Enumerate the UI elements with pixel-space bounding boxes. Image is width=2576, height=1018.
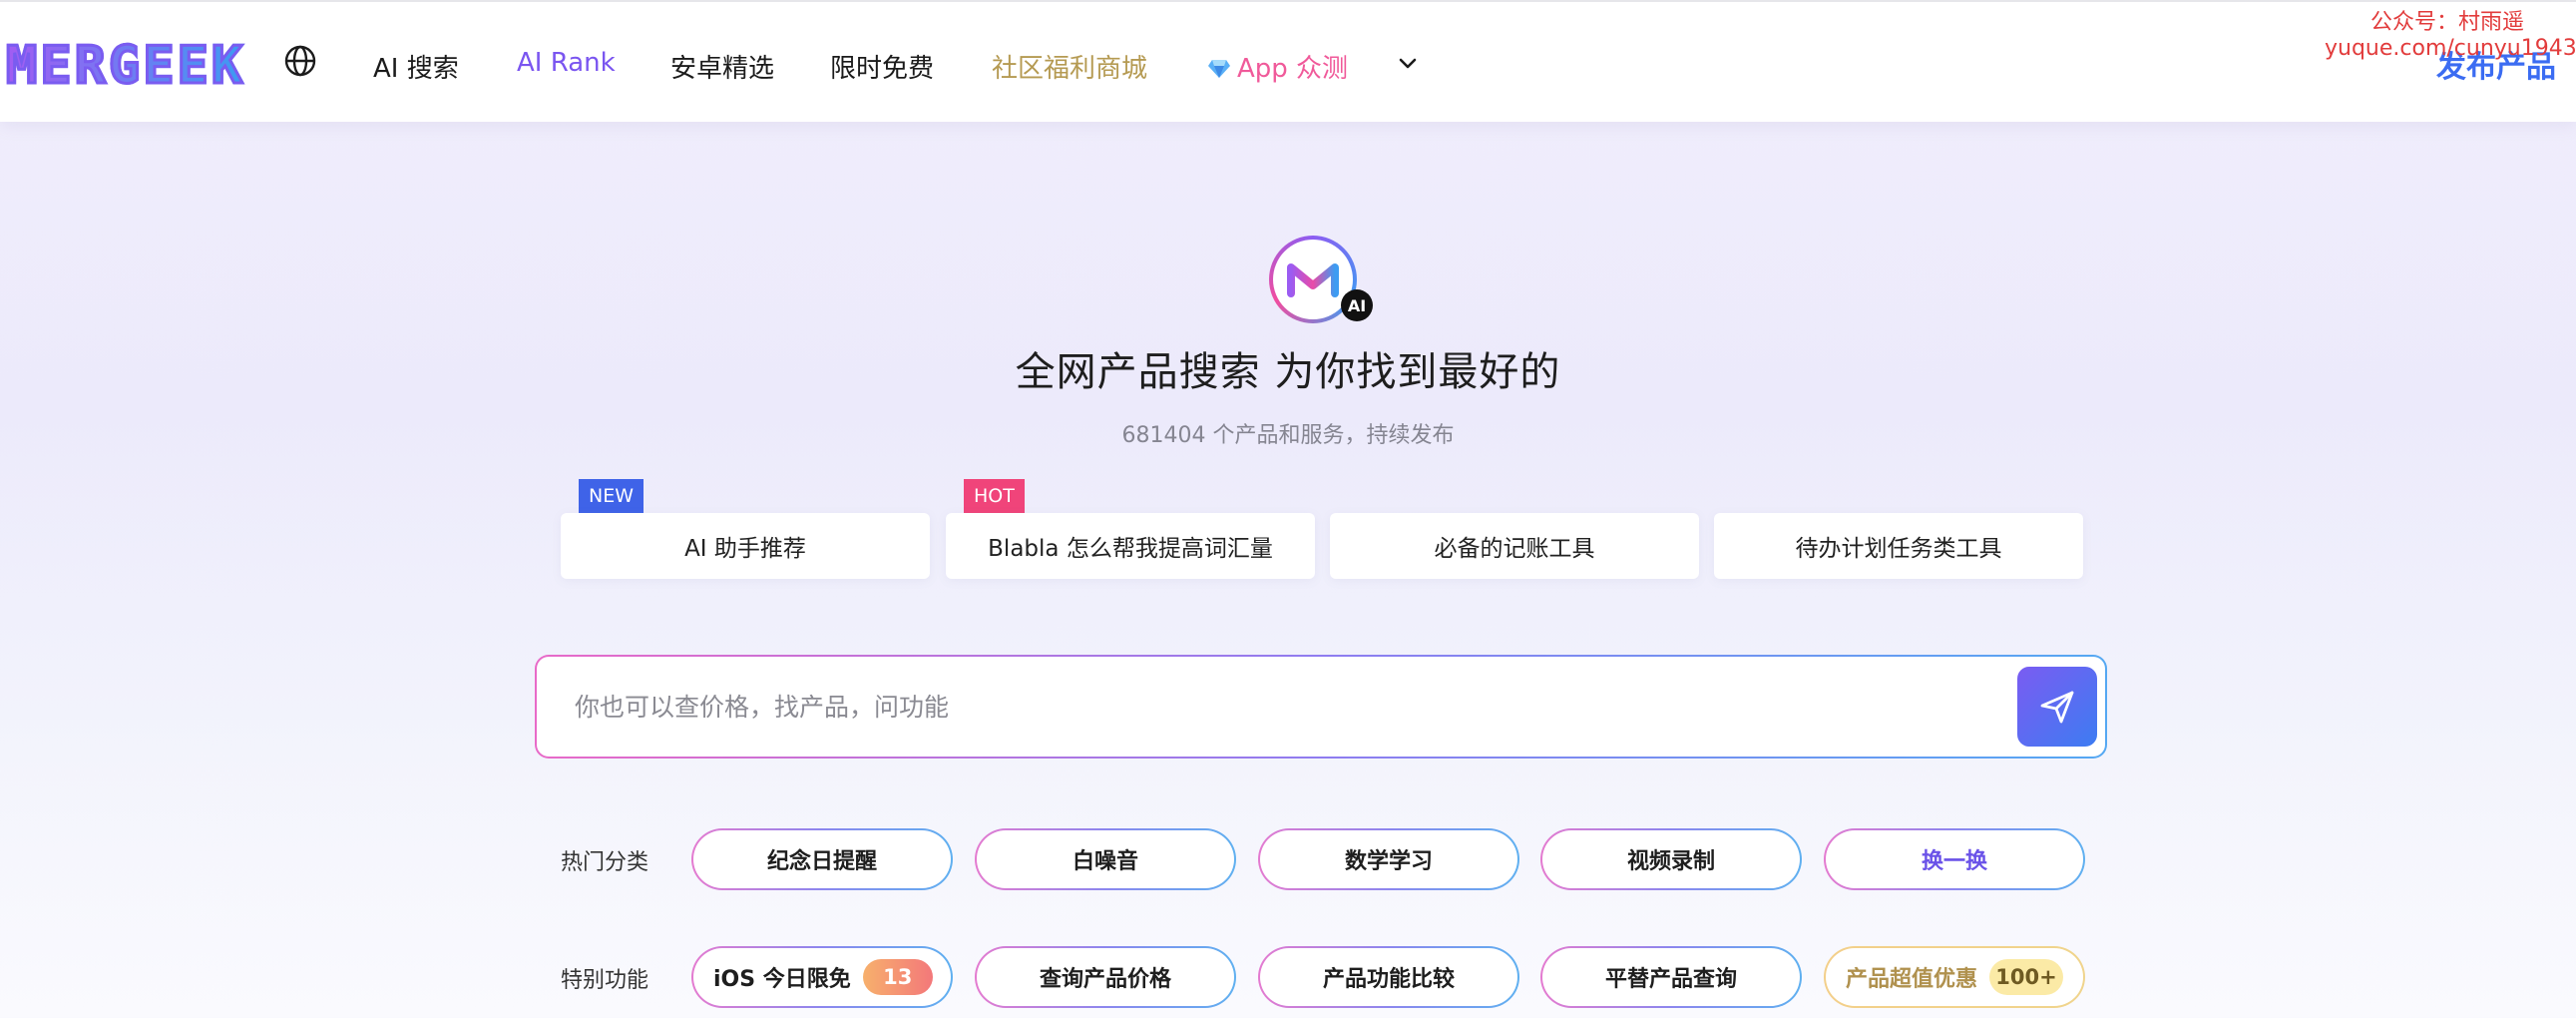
feature-chip-label: 产品功能比较 xyxy=(1260,948,1517,1006)
category-chip[interactable]: 数学学习 xyxy=(1258,828,1519,890)
deals-chip[interactable]: 产品超值优惠 100+ xyxy=(1824,946,2085,1008)
category-chip[interactable]: 视频录制 xyxy=(1540,828,1802,890)
ios-free-count-badge: 13 xyxy=(862,959,933,995)
ios-free-today-label: iOS 今日限免 xyxy=(713,967,851,992)
feature-chip-label: 查询产品价格 xyxy=(977,948,1234,1006)
hero-subtitle: 681404 个产品和服务，持续发布 xyxy=(1121,423,1455,448)
ios-free-today-chip[interactable]: iOS 今日限免 13 xyxy=(691,946,953,1008)
category-chip-label: 数学学习 xyxy=(1260,830,1517,888)
deals-count-badge: 100+ xyxy=(1989,959,2064,995)
nav-app-testing-label: App 众测 xyxy=(1237,54,1349,84)
send-icon xyxy=(2040,691,2074,724)
special-features-label: 特别功能 xyxy=(561,968,649,993)
suggestion-card-label: AI 助手推荐 xyxy=(684,536,806,562)
swap-button-label: 换一换 xyxy=(1826,830,2083,888)
mergeek-logo[interactable]: MERGEEK xyxy=(4,35,245,98)
hot-categories-label: 热门分类 xyxy=(561,850,649,875)
diamond-icon xyxy=(1208,60,1230,78)
category-chip-label: 白噪音 xyxy=(977,830,1234,888)
category-chip[interactable]: 白噪音 xyxy=(975,828,1236,890)
top-navigation-bar: MERGEEK AI 搜索 AI Rank 安卓精选 限时免费 社区福利商城 A… xyxy=(0,0,2576,122)
hero-title: 全网产品搜索 为你找到最好的 xyxy=(1015,349,1561,395)
suggestion-card-label: 待办计划任务类工具 xyxy=(1795,536,2002,562)
category-chip-label: 纪念日提醒 xyxy=(693,830,951,888)
feature-chip-label: 平替产品查询 xyxy=(1542,948,1800,1006)
nav-community-mall[interactable]: 社区福利商城 xyxy=(992,48,1147,85)
nav-android-picks[interactable]: 安卓精选 xyxy=(670,48,774,85)
feature-chip[interactable]: 查询产品价格 xyxy=(975,946,1236,1008)
ai-badge: AI xyxy=(1341,289,1373,321)
suggestion-card[interactable]: 必备的记账工具 xyxy=(1330,513,1699,579)
suggestion-card-label: Blabla 怎么帮我提高词汇量 xyxy=(988,536,1273,562)
search-input[interactable] xyxy=(575,657,1971,757)
swap-button[interactable]: 换一换 xyxy=(1824,828,2085,890)
new-tag: NEW xyxy=(579,479,644,522)
suggestion-card[interactable]: Blabla 怎么帮我提高词汇量 xyxy=(946,513,1315,579)
nav-app-testing[interactable]: App 众测 xyxy=(1207,48,1348,85)
nav-ai-rank[interactable]: AI Rank xyxy=(517,48,616,78)
suggestion-card[interactable]: AI 助手推荐 xyxy=(561,513,930,579)
watermark-yuque: yuque.com/cunyu1943 xyxy=(2325,36,2576,61)
suggestion-card[interactable]: 待办计划任务类工具 xyxy=(1714,513,2083,579)
feature-chip[interactable]: 平替产品查询 xyxy=(1540,946,1802,1008)
watermark-wechat: 公众号：村雨遥 xyxy=(2370,10,2525,35)
nav-ai-search[interactable]: AI 搜索 xyxy=(373,48,459,85)
search-box xyxy=(535,655,2107,759)
chevron-down-icon[interactable] xyxy=(1397,52,1419,74)
category-chip[interactable]: 纪念日提醒 xyxy=(691,828,953,890)
category-chip-label: 视频录制 xyxy=(1542,830,1800,888)
deals-chip-label: 产品超值优惠 xyxy=(1846,967,1978,992)
send-button[interactable] xyxy=(2017,667,2097,747)
hot-tag: HOT xyxy=(964,479,1025,522)
feature-chip[interactable]: 产品功能比较 xyxy=(1258,946,1519,1008)
globe-icon[interactable] xyxy=(283,44,317,78)
suggestion-card-label: 必备的记账工具 xyxy=(1434,536,1595,562)
nav-limited-free[interactable]: 限时免费 xyxy=(830,48,934,85)
m-letter-icon xyxy=(1287,263,1339,297)
